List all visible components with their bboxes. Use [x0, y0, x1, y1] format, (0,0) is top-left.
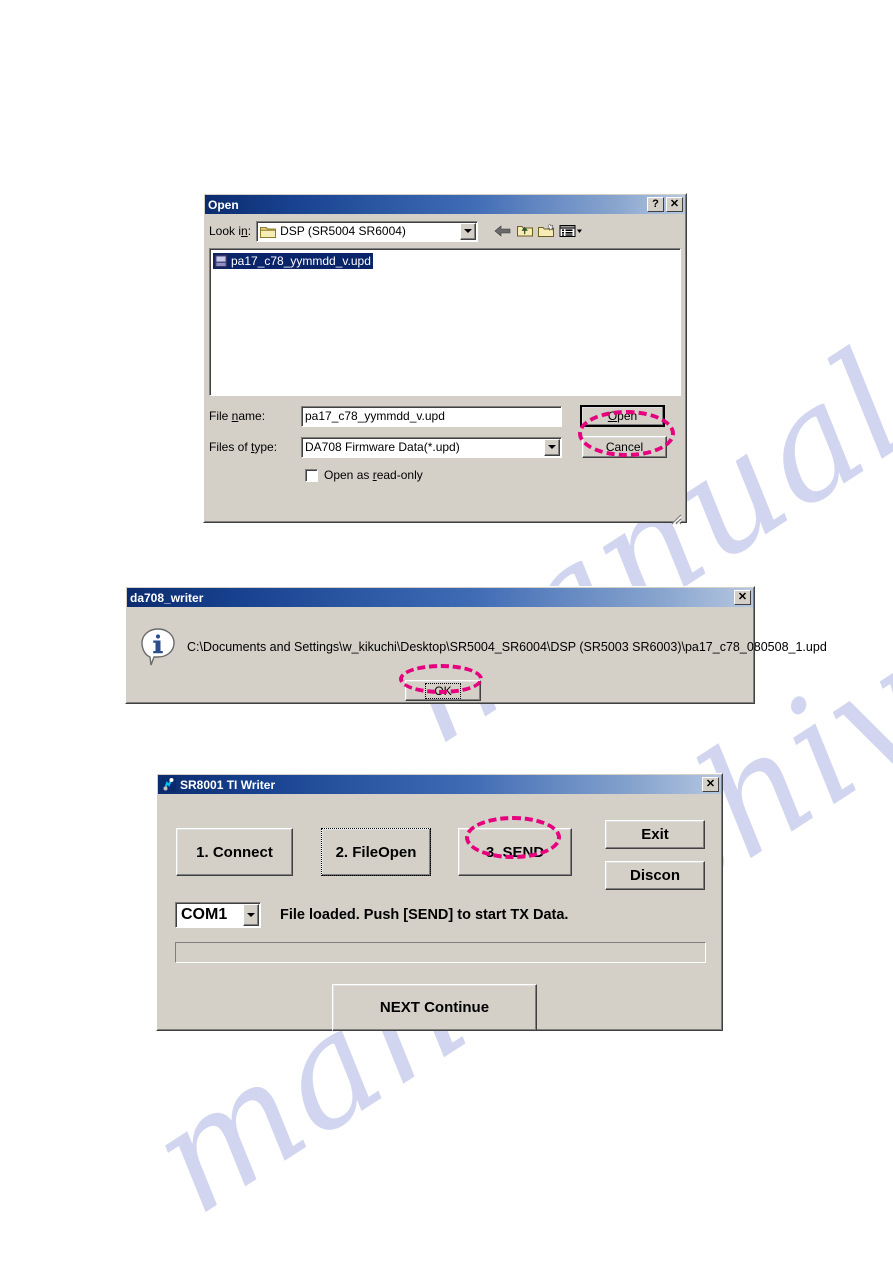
look-in-value: DSP (SR5004 SR6004) [280, 224, 406, 238]
files-of-type-label: Files of type: [209, 440, 278, 454]
writer-title: SR8001 TI Writer [180, 777, 276, 792]
file-list[interactable]: pa17_c78_yymmdd_v.upd [209, 248, 681, 396]
new-folder-icon[interactable] [536, 221, 558, 241]
close-icon[interactable]: ✕ [702, 777, 719, 792]
file-name-label: File name: [209, 409, 266, 423]
message-dialog-titlebar: da708_writer ✕ [127, 588, 753, 607]
chevron-down-icon[interactable] [544, 438, 560, 456]
views-menu-icon[interactable] [558, 221, 584, 241]
ok-button-label: OK [425, 682, 461, 699]
open-dialog-titlebar: Open ? ✕ [205, 195, 685, 214]
open-dialog-title: Open [208, 197, 239, 212]
cancel-button-label: Cancel [605, 440, 644, 454]
ok-button[interactable]: OK [405, 680, 481, 701]
files-of-type-value: DA708 Firmware Data(*.upd) [305, 440, 460, 454]
read-only-row: Open as read-only [209, 468, 681, 482]
status-text: File loaded. Push [SEND] to start TX Dat… [280, 907, 569, 923]
files-of-type-combobox[interactable]: DA708 Firmware Data(*.upd) [301, 436, 562, 458]
file-name: pa17_c78_yymmdd_v.upd [231, 254, 371, 268]
read-only-label: Open as read-only [324, 468, 423, 482]
file-icon [214, 254, 228, 268]
message-dialog: da708_writer ✕ C:\Documents and Settings… [125, 586, 827, 704]
exit-button-label: Exit [641, 826, 669, 843]
com-port-combobox[interactable]: COM1 [175, 902, 261, 928]
open-button[interactable]: Open [580, 405, 665, 427]
send-button-label: 3. SEND [485, 843, 545, 861]
file-name-value: pa17_c78_yymmdd_v.upd [305, 409, 445, 423]
list-item[interactable]: pa17_c78_yymmdd_v.upd [212, 252, 374, 270]
information-icon [140, 628, 176, 666]
fileopen-button[interactable]: 2. FileOpen [321, 828, 431, 876]
next-continue-label: NEXT Continue [379, 999, 490, 1016]
look-in-combobox[interactable]: DSP (SR5004 SR6004) [256, 220, 479, 242]
discon-button[interactable]: Discon [605, 861, 705, 890]
file-name-input[interactable]: pa17_c78_yymmdd_v.upd [301, 405, 562, 427]
open-file-dialog: Open ? ✕ Look in: DSP (SR5004 SR6004) pa… [203, 193, 687, 526]
back-arrow-icon[interactable] [492, 221, 514, 241]
open-button-label: Open [607, 409, 638, 423]
up-one-level-icon[interactable] [514, 221, 536, 241]
close-icon[interactable]: ✕ [666, 197, 683, 212]
chevron-down-icon[interactable] [460, 222, 477, 240]
look-in-row: Look in: DSP (SR5004 SR6004) [209, 220, 681, 242]
message-text: C:\Documents and Settings\w_kikuchi\Desk… [187, 640, 827, 654]
connect-button[interactable]: 1. Connect [176, 828, 293, 876]
close-icon[interactable]: ✕ [734, 590, 751, 605]
help-button[interactable]: ? [647, 197, 664, 212]
progress-bar [175, 942, 706, 963]
look-in-label: Look in: [209, 224, 252, 238]
exit-button[interactable]: Exit [605, 820, 705, 849]
app-icon [161, 777, 176, 792]
folder-icon [260, 225, 277, 238]
ti-writer-window: SR8001 TI Writer ✕ 1. Connect 2. FileOpe… [156, 773, 723, 1031]
files-of-type-row: Files of type: DA708 Firmware Data(*.upd… [209, 436, 681, 458]
connect-button-label: 1. Connect [196, 843, 273, 861]
file-name-row: File name: pa17_c78_yymmdd_v.upd Open [209, 405, 681, 427]
cancel-button[interactable]: Cancel [582, 436, 667, 458]
chevron-down-icon[interactable] [243, 904, 259, 926]
fileopen-button-label: 2. FileOpen [321, 828, 431, 876]
discon-button-label: Discon [629, 867, 680, 884]
writer-titlebar: SR8001 TI Writer ✕ [158, 775, 721, 794]
message-dialog-title: da708_writer [130, 590, 204, 605]
resize-grip[interactable] [669, 512, 683, 526]
com-port-value: COM1 [181, 906, 228, 923]
read-only-checkbox[interactable] [305, 468, 318, 482]
next-continue-button[interactable]: NEXT Continue [332, 984, 537, 1031]
send-button[interactable]: 3. SEND [458, 828, 572, 876]
